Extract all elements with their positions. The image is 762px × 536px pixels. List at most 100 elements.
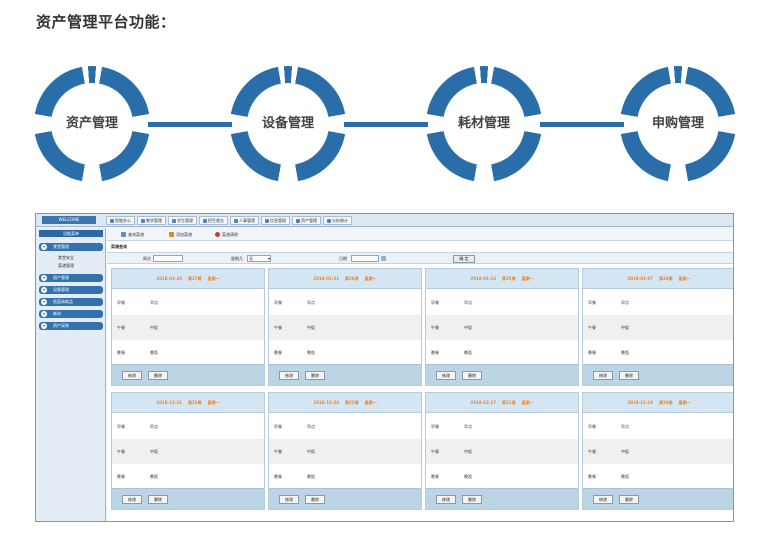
query-menu-button[interactable]: 查询菜谱: [121, 231, 144, 238]
edit-button[interactable]: 修改: [593, 371, 613, 380]
meal-name: 晚餐: [588, 474, 596, 479]
meal-name: 早餐: [117, 300, 125, 305]
dish-name: 中饭: [150, 449, 158, 454]
card-date: 2018-12-31: [156, 400, 182, 405]
meal-name: 午餐: [274, 449, 282, 454]
confirm-button[interactable]: 确 定: [453, 255, 475, 263]
card-day: 星期一: [678, 400, 691, 405]
card-day: 星期一: [678, 276, 691, 281]
page: 资产管理平台功能： 资产管理 设备管理 耗材管理 申购管理 WELCOME 智能…: [0, 0, 762, 536]
date-input[interactable]: [351, 255, 379, 262]
ring-connector: [540, 122, 624, 127]
weekday-select[interactable]: 无 ▾: [247, 255, 271, 262]
sidebar-item-procurement[interactable]: ➔ 资产采购: [39, 322, 103, 330]
sidebar-item-equipment[interactable]: ➔ 设备管理: [39, 286, 103, 294]
meal-row: 早餐 早点: [426, 414, 578, 439]
menu-item-office[interactable]: 智能办公: [106, 216, 135, 225]
menu-item-assets[interactable]: 资产管理: [292, 216, 321, 225]
top-menu-bar: WELCOME 智能办公 教学管理 学生管理 招生就业 人事管理 信息管理 资产…: [36, 214, 733, 227]
card-date: 2018-01-21: [313, 276, 339, 281]
menu-item-info[interactable]: 信息管理: [261, 216, 290, 225]
card-footer: 修改 删除: [112, 364, 264, 385]
edit-button[interactable]: 修改: [279, 371, 299, 380]
menu-item-enrollment[interactable]: 招生就业: [199, 216, 228, 225]
meal-row: 早餐 早点: [269, 290, 421, 315]
arrow-right-icon: ➔: [41, 244, 47, 250]
delete-button[interactable]: 删除: [462, 371, 482, 380]
menu-card: 2018-01-28 第27周 星期一 早餐 早点 午餐 中饭 晚餐 晚饭 修改 删除: [111, 268, 265, 386]
menu-card: 2018-01-07 第24周 星期一 早餐 早点 午餐 中饭 晚餐 晚饭 修改 删除: [582, 268, 733, 386]
card-day: 星期一: [364, 400, 377, 405]
edit-button[interactable]: 修改: [436, 371, 456, 380]
card-week: 第21周: [502, 400, 516, 405]
delete-button[interactable]: 删除: [305, 495, 325, 504]
app-window: WELCOME 智能办公 教学管理 学生管理 招生就业 人事管理 信息管理 资产…: [35, 213, 734, 522]
meal-name: 午餐: [431, 325, 439, 330]
sidebar-item-canteen[interactable]: ➔ 食堂管理: [39, 243, 103, 251]
sidebar-item-fixed-assets[interactable]: ➔ 固产管理: [39, 274, 103, 282]
delete-button[interactable]: 删除: [305, 371, 325, 380]
dish-name: 晚饭: [150, 350, 158, 355]
add-menu-button[interactable]: 添加菜谱: [169, 231, 192, 238]
meal-row: 午餐 中饭: [112, 439, 264, 464]
card-header: 2018-01-28 第27周 星期一: [112, 269, 264, 289]
meal-row: 晚餐 晚饭: [583, 340, 733, 365]
delete-button[interactable]: 删除: [462, 495, 482, 504]
chevron-down-icon: ▾: [267, 256, 270, 261]
meal-row: 晚餐 晚饭: [269, 340, 421, 365]
meal-row: 午餐 中饭: [426, 439, 578, 464]
sidebar-item-low-value[interactable]: ➔ 低值易耗品: [39, 298, 103, 306]
sidebar-item-consumables[interactable]: ➔ 耗材: [39, 310, 103, 318]
dish-name: 晚饭: [621, 350, 629, 355]
feature-ring-purchase: 申购管理: [620, 66, 736, 182]
card-week: 第23周: [188, 400, 202, 405]
week-label: 周次: [143, 256, 151, 261]
meal-row: 晚餐 晚饭: [112, 464, 264, 489]
card-footer: 修改 删除: [269, 488, 421, 509]
week-input[interactable]: [153, 255, 183, 262]
meal-name: 早餐: [588, 300, 596, 305]
feature-ring-consumables: 耗材管理: [426, 66, 542, 182]
delete-button[interactable]: 删除: [619, 495, 639, 504]
card-date: 2018-01-28: [156, 276, 182, 281]
edit-button[interactable]: 修改: [279, 495, 299, 504]
meal-row: 午餐 中饭: [269, 439, 421, 464]
menu-item-stats[interactable]: 分析统计: [323, 216, 352, 225]
meal-name: 晚餐: [431, 474, 439, 479]
edit-button[interactable]: 修改: [593, 495, 613, 504]
card-header: 2018-12-24 第22周 星期一: [269, 393, 421, 413]
menu-item-hr[interactable]: 人事管理: [230, 216, 259, 225]
date-label: 日期: [339, 256, 347, 261]
sidebar-subitem-safety[interactable]: 食堂安全: [58, 255, 74, 261]
card-week: 第22周: [345, 400, 359, 405]
clear-menu-button[interactable]: 菜谱清除: [215, 231, 238, 238]
weekday-label: 星期几: [231, 256, 243, 261]
meal-row: 午餐 中饭: [112, 315, 264, 340]
menu-item-teaching[interactable]: 教学管理: [137, 216, 166, 225]
edit-button[interactable]: 修改: [122, 371, 142, 380]
card-header: 2018-12-10 第20周 星期一: [583, 393, 733, 413]
meal-name: 午餐: [117, 325, 125, 330]
card-date: 2018-12-10: [627, 400, 653, 405]
dish-name: 晚饭: [464, 474, 472, 479]
card-day: 星期一: [364, 276, 377, 281]
main-content: 查询菜谱 添加菜谱 菜谱清除 菜谱查询 周次 星期几 无 ▾ 日期 确 定 20…: [107, 228, 733, 521]
welcome-banner: WELCOME: [42, 216, 96, 224]
feature-label: 耗材管理: [457, 116, 510, 131]
meal-row: 午餐 中饭: [426, 315, 578, 340]
menu-item-students[interactable]: 学生管理: [168, 216, 197, 225]
edit-button[interactable]: 修改: [436, 495, 456, 504]
dish-name: 早点: [307, 300, 315, 305]
dish-name: 晚饭: [150, 474, 158, 479]
delete-button[interactable]: 删除: [148, 495, 168, 504]
edit-button[interactable]: 修改: [122, 495, 142, 504]
delete-button[interactable]: 删除: [148, 371, 168, 380]
delete-button[interactable]: 删除: [619, 371, 639, 380]
meal-row: 早餐 早点: [269, 414, 421, 439]
sidebar-subitem-menu[interactable]: 菜谱管理: [58, 263, 74, 269]
dish-name: 晚饭: [307, 350, 315, 355]
card-footer: 修改 删除: [426, 488, 578, 509]
card-date: 2018-12-17: [470, 400, 496, 405]
feature-label: 资产管理: [65, 116, 118, 131]
calendar-icon[interactable]: [381, 256, 386, 261]
